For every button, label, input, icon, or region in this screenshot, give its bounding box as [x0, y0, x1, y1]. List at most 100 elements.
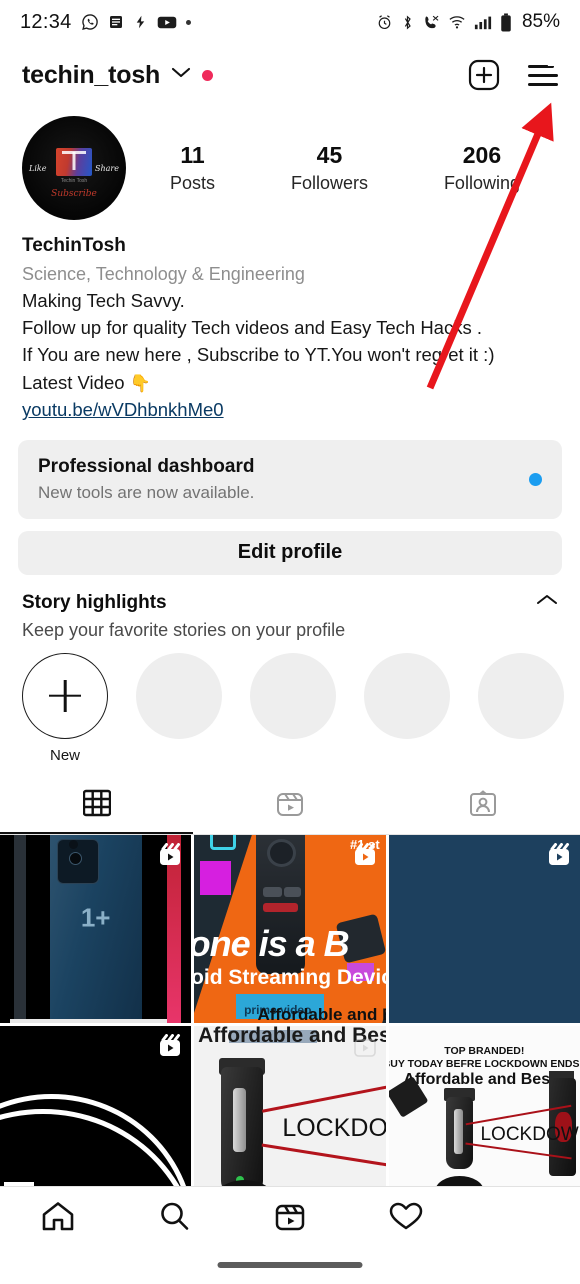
- stat-posts-value: 11: [180, 142, 205, 169]
- stat-followers[interactable]: 45 Followers: [291, 142, 368, 193]
- bluetooth-icon: [401, 14, 414, 31]
- post-thumbnail[interactable]: [388, 834, 580, 1023]
- new-post-icon[interactable]: [468, 59, 500, 91]
- avatar[interactable]: Like Share Techin Tosh Subscribe: [22, 116, 126, 220]
- pointing-down-icon: 👇: [129, 373, 151, 393]
- highlight-placeholder[interactable]: [136, 652, 222, 764]
- story-highlights-subtitle: Keep your favorite stories on your profi…: [22, 619, 346, 640]
- search-icon: [158, 1200, 190, 1237]
- avatar-logo-icon: [56, 147, 92, 176]
- tab-tagged[interactable]: [387, 780, 580, 834]
- story-highlights-header: Story highlights: [0, 575, 580, 614]
- highlight-new-circle: [22, 652, 108, 739]
- activity-nav[interactable]: [348, 1201, 464, 1236]
- post-2-subline: roid Streaming Device: [194, 966, 385, 990]
- display-name: TechinTosh: [22, 235, 126, 256]
- stat-followers-label: Followers: [290, 172, 368, 193]
- reels-badge-icon: [353, 842, 377, 867]
- avatar-brand-text: Techin Tosh: [60, 178, 88, 185]
- battery-percent: 85%: [521, 11, 560, 32]
- latest-video-label: Latest Video: [22, 371, 125, 393]
- tab-reels[interactable]: [193, 780, 386, 834]
- highlight-new-button[interactable]: New: [22, 652, 108, 764]
- reels-badge-icon: [158, 1033, 182, 1058]
- edit-profile-button[interactable]: Edit profile: [18, 530, 562, 575]
- stat-posts[interactable]: 11 Posts: [170, 142, 215, 193]
- hamburger-menu-icon[interactable]: 1: [528, 50, 570, 86]
- profile-tabs: [0, 780, 580, 835]
- battery-icon: [500, 12, 512, 32]
- instagram-profile-screen: 12:34 85% techin_tosh 1 Like Share Techi…: [0, 0, 580, 1284]
- stat-followers-value: 45: [316, 142, 343, 169]
- avatar-subscribe-text: Subscribe: [51, 188, 97, 199]
- menu-notification-badge: 1: [545, 50, 570, 69]
- call-mute-icon: [422, 14, 440, 31]
- profile-summary-row: Like Share Techin Tosh Subscribe 11 Post…: [0, 106, 580, 220]
- bio-line-1: Making Tech Savvy.: [22, 289, 185, 311]
- heart-icon: [389, 1201, 423, 1236]
- status-time: 12:34: [20, 10, 72, 33]
- dashboard-text-group: Professional dashboard New tools are now…: [38, 456, 254, 503]
- highlight-placeholder[interactable]: [478, 652, 564, 764]
- status-bar-right: 85%: [376, 11, 560, 33]
- post-thumbnail[interactable]: 1+: [0, 834, 192, 1023]
- highlight-placeholder[interactable]: [364, 652, 450, 764]
- post-thumbnail[interactable]: #1 st one is a B roid Streaming Device p…: [194, 834, 386, 1023]
- username-title[interactable]: techin_tosh: [22, 61, 160, 90]
- profile-link[interactable]: youtu.be/wVDhbnkhMe0: [22, 396, 224, 424]
- reels-badge-icon: [353, 1034, 377, 1058]
- bottom-navigation: [0, 1186, 580, 1284]
- reels-icon: [274, 1200, 306, 1237]
- grid-icon: [82, 789, 111, 822]
- profile-action-cards: Professional dashboard New tools are now…: [0, 424, 580, 575]
- post-2-banner: Affordable and Best !: [257, 1004, 385, 1023]
- whatsapp-icon: [81, 13, 99, 31]
- shazam-icon: [133, 14, 148, 30]
- stat-following-label: Following: [443, 172, 520, 193]
- post-6-line-2: BUY TODAY BEFRE LOCKDOWN ENDS !: [388, 1057, 580, 1070]
- live-status-dot: [202, 69, 214, 81]
- stat-following[interactable]: 206 Following: [444, 142, 520, 193]
- profile-category: Science, Technology & Engineering: [22, 263, 305, 284]
- profile-bio: TechinTosh Science, Technology & Enginee…: [0, 220, 580, 424]
- status-bar: 12:34 85%: [0, 0, 580, 44]
- reels-badge-icon: [547, 842, 571, 867]
- avatar-share-text: Share: [95, 163, 119, 173]
- post-5-label: LOCKDOW: [282, 1114, 386, 1143]
- dashboard-subtitle: New tools are now available.: [38, 482, 255, 502]
- post-6-line-1: TOP BRANDED!: [444, 1044, 525, 1057]
- avatar-like-text: Like: [29, 163, 47, 173]
- post-2-headline: one is a B: [194, 923, 349, 965]
- news-icon: [108, 14, 124, 30]
- plus-icon: [49, 680, 81, 712]
- home-indicator: [217, 1262, 363, 1268]
- dot-icon: [185, 19, 191, 25]
- story-highlights-title: Story highlights: [22, 591, 167, 613]
- reels-icon: [276, 790, 304, 823]
- reels-badge-icon: [158, 842, 182, 867]
- professional-dashboard-card[interactable]: Professional dashboard New tools are now…: [18, 439, 562, 519]
- search-nav[interactable]: [116, 1200, 232, 1237]
- chevron-up-icon[interactable]: [536, 593, 558, 612]
- posts-grid: 1+ #1 st one is a B roid Streaming Devic…: [0, 834, 580, 1214]
- story-highlights-row: New: [0, 641, 580, 764]
- stat-following-value: 206: [462, 142, 502, 169]
- post-6-label: LOCKDOWN: [480, 1123, 580, 1145]
- reels-nav[interactable]: [232, 1200, 348, 1237]
- post-1-brand-text: 1+: [80, 902, 111, 933]
- profile-stats: 11 Posts 45 Followers 206 Following: [132, 142, 558, 193]
- wifi-icon: [448, 14, 466, 30]
- youtube-icon: [157, 15, 177, 30]
- header-actions: 1: [468, 50, 570, 91]
- dashboard-title: Professional dashboard: [38, 455, 255, 477]
- bio-latest-video: Latest Video 👇: [22, 369, 558, 396]
- highlight-placeholder[interactable]: [250, 652, 336, 764]
- home-nav[interactable]: [0, 1200, 116, 1237]
- tab-grid[interactable]: [0, 780, 194, 834]
- home-icon: [41, 1200, 75, 1237]
- chevron-down-icon[interactable]: [171, 66, 191, 84]
- bottom-nav-items: [0, 1187, 580, 1249]
- post-6-line-3: Affordable and Best !: [403, 1070, 566, 1088]
- alarm-icon: [376, 14, 393, 31]
- bio-line-2: Follow up for quality Tech videos and Ea…: [22, 316, 482, 338]
